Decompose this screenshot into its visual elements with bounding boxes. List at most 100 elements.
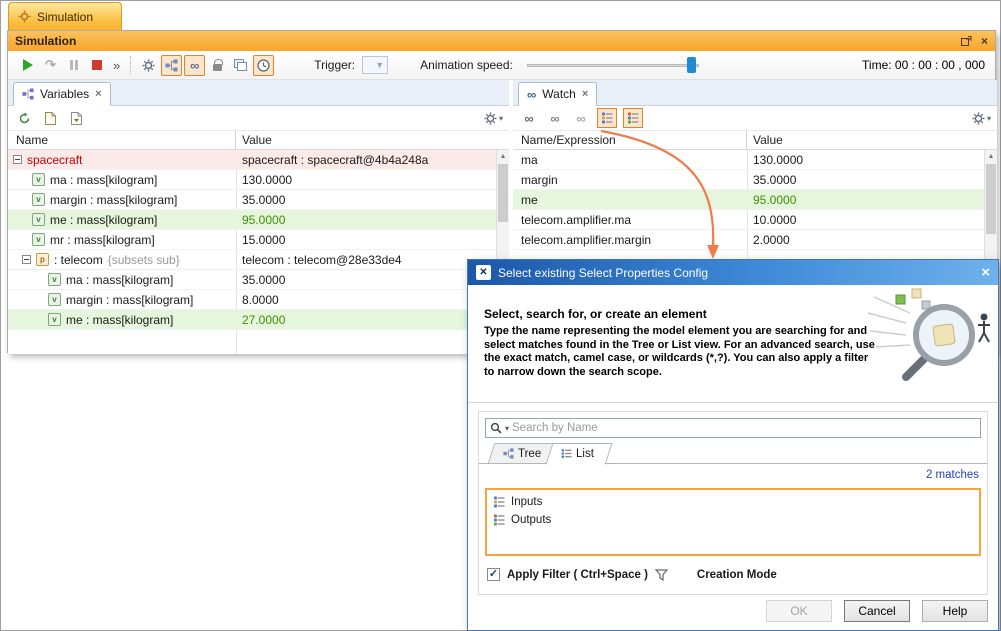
animation-speed-label: Animation speed:: [420, 58, 513, 72]
show-inputs-toggle[interactable]: [597, 108, 617, 128]
list-item[interactable]: Inputs: [487, 493, 979, 511]
float-window-icon[interactable]: [961, 36, 972, 46]
options-button[interactable]: [138, 55, 159, 76]
row-value: 95.0000: [236, 213, 496, 227]
expander-icon[interactable]: [13, 155, 22, 164]
gear-icon: [484, 112, 497, 125]
table-row[interactable]: spacecraft spacecraft : spacecraft@4b4a2…: [8, 150, 496, 170]
search-icon: [490, 422, 502, 434]
trigger-label: Trigger:: [314, 58, 355, 72]
infinity-icon: ∞: [190, 58, 199, 73]
scroll-up-icon[interactable]: ▲: [985, 150, 997, 163]
table-row[interactable]: me 95.0000: [513, 190, 984, 210]
stop-button[interactable]: [86, 55, 107, 76]
table-row[interactable]: vme : mass[kilogram] 95.0000: [8, 210, 496, 230]
value-property-icon: v: [32, 173, 45, 186]
column-header-value[interactable]: Value: [236, 131, 509, 149]
value-property-icon: v: [48, 273, 61, 286]
variables-options-button[interactable]: ▾: [484, 112, 503, 125]
row-value: 35.0000: [236, 273, 496, 287]
refresh-button[interactable]: [14, 108, 34, 128]
console-button[interactable]: [230, 55, 251, 76]
tab-tree[interactable]: Tree: [491, 443, 553, 464]
filter-icon[interactable]: [655, 569, 668, 581]
show-outputs-toggle[interactable]: [623, 108, 643, 128]
table-row[interactable]: ma 130.0000: [513, 150, 984, 170]
tab-watch[interactable]: ∞ Watch ×: [518, 82, 597, 106]
close-icon[interactable]: ×: [981, 265, 990, 280]
clear-watch-button[interactable]: ∞: [571, 108, 591, 128]
tree-view-toggle[interactable]: [161, 55, 182, 76]
tab-simulation[interactable]: Simulation: [8, 2, 122, 30]
scroll-up-icon[interactable]: ▲: [497, 150, 509, 163]
apply-filter-checkbox[interactable]: ✓: [487, 568, 500, 581]
part-property-icon: p: [36, 253, 49, 266]
tab-close-icon[interactable]: ×: [95, 88, 101, 100]
tab-variables[interactable]: Variables ×: [13, 82, 111, 106]
table-row[interactable]: vmargin : mass[kilogram] 35.0000: [8, 190, 496, 210]
table-row[interactable]: v ma : mass[kilogram] 35.0000: [8, 270, 496, 290]
slider-track: [527, 64, 699, 67]
resume-icon: ↷: [45, 57, 56, 73]
watch-options-button[interactable]: ▾: [972, 112, 991, 125]
table-row[interactable]: vme : mass[kilogram] 27.0000: [8, 310, 496, 330]
trigger-dropdown[interactable]: ▼: [362, 56, 388, 74]
resume-button[interactable]: ↷: [40, 55, 61, 76]
results-list[interactable]: Inputs Outputs: [485, 488, 981, 556]
tab-list-label: List: [576, 448, 594, 460]
window-title: Simulation: [15, 34, 76, 48]
scrollbar-thumb[interactable]: [498, 164, 508, 222]
tab-list[interactable]: List: [549, 443, 609, 464]
row-name: ma : mass[kilogram]: [66, 273, 173, 287]
list-item-label: Outputs: [511, 514, 551, 526]
search-box[interactable]: ▾: [485, 418, 981, 438]
close-icon[interactable]: ×: [981, 34, 988, 48]
watch-toggle[interactable]: ∞: [184, 55, 205, 76]
row-name: : telecom: [54, 253, 103, 267]
row-value: 35.0000: [236, 193, 496, 207]
import-button[interactable]: [66, 108, 86, 128]
expander-icon[interactable]: [22, 255, 31, 264]
help-button[interactable]: Help: [922, 600, 988, 622]
watch-tabbar: ∞ Watch ×: [513, 80, 997, 106]
table-row[interactable]: vma : mass[kilogram] 130.0000: [8, 170, 496, 190]
gear-icon: [972, 112, 985, 125]
column-header-value[interactable]: Value: [747, 131, 997, 149]
dialog-titlebar[interactable]: ✕ Select existing Select Properties Conf…: [468, 260, 998, 285]
lock-button[interactable]: [207, 55, 228, 76]
tab-variables-label: Variables: [40, 87, 89, 101]
clock-button[interactable]: [253, 55, 274, 76]
row-value: 15.0000: [236, 233, 496, 247]
tab-close-icon[interactable]: ×: [582, 88, 588, 100]
application-window: Simulation Simulation × ↷ »: [0, 0, 1001, 631]
scrollbar-thumb[interactable]: [986, 164, 996, 234]
cancel-button[interactable]: Cancel: [844, 600, 910, 622]
simulation-window-header: Simulation ×: [8, 31, 995, 51]
value-property-icon: v: [48, 293, 61, 306]
variables-panel: Variables ×: [8, 80, 509, 354]
export-button[interactable]: [40, 108, 60, 128]
table-row[interactable]: p: telecom{subsets sub} telecom : teleco…: [8, 250, 496, 270]
pause-button[interactable]: [63, 55, 84, 76]
remove-watch-button[interactable]: ∞: [545, 108, 565, 128]
table-row[interactable]: vmr : mass[kilogram] 15.0000: [8, 230, 496, 250]
table-row[interactable]: telecom.amplifier.margin 2.0000: [513, 230, 984, 250]
ok-button[interactable]: OK: [766, 600, 832, 622]
stop-icon: [92, 60, 102, 70]
animation-speed-slider[interactable]: [527, 56, 699, 74]
search-input[interactable]: [512, 422, 976, 434]
column-header-name-expression[interactable]: Name/Expression: [513, 131, 747, 149]
value-property-icon: v: [32, 213, 45, 226]
row-name-suffix: {subsets sub}: [108, 253, 180, 267]
play-button[interactable]: [17, 55, 38, 76]
table-row[interactable]: vmargin : mass[kilogram] 8.0000: [8, 290, 496, 310]
list-item[interactable]: Outputs: [487, 511, 979, 529]
toolbar-overflow-button[interactable]: »: [113, 58, 120, 73]
dialog-body: Select, search for, or create an element…: [468, 285, 998, 630]
column-header-name[interactable]: Name: [8, 131, 236, 149]
table-row[interactable]: telecom.amplifier.ma 10.0000: [513, 210, 984, 230]
add-watch-button[interactable]: ∞: [519, 108, 539, 128]
table-row[interactable]: margin 35.0000: [513, 170, 984, 190]
simulation-icon: [18, 10, 31, 23]
slider-handle[interactable]: [687, 57, 696, 73]
